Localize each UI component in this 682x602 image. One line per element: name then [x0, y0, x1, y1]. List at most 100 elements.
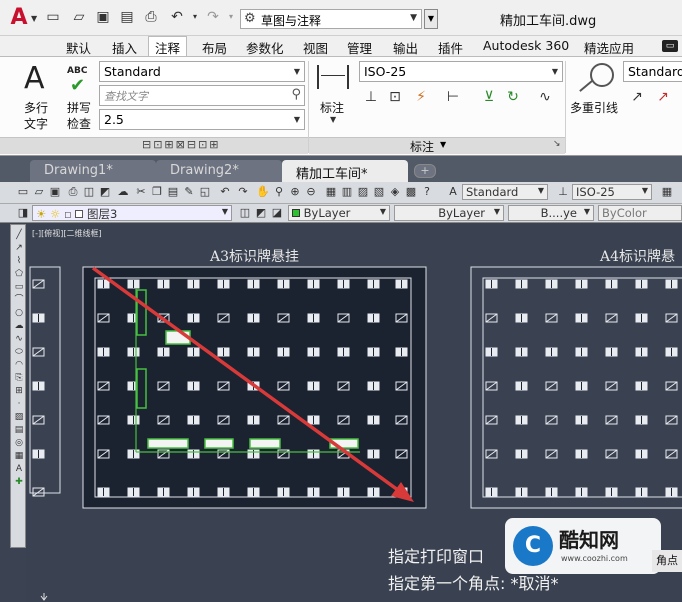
- mtext-label-1[interactable]: 多行: [24, 99, 48, 116]
- save-as-icon[interactable]: ▤: [118, 8, 136, 26]
- spline-icon[interactable]: ∿: [11, 333, 27, 345]
- pan-icon[interactable]: ✋: [256, 185, 270, 199]
- cloud-icon[interactable]: ☁: [116, 185, 130, 199]
- undo-icon[interactable]: ↶: [168, 8, 186, 26]
- toolbar-dim-style-dropdown[interactable]: ISO-25 ▼: [572, 184, 652, 200]
- multileader-icon[interactable]: [590, 63, 614, 87]
- cut-icon[interactable]: ✂: [134, 185, 148, 199]
- layer-previous-icon[interactable]: ◩: [254, 206, 268, 220]
- dim-adjust-space-icon[interactable]: ⊢: [442, 87, 464, 107]
- corner-option-button[interactable]: 角点: [652, 550, 682, 572]
- dim-continue-icon[interactable]: ⊥: [360, 87, 382, 107]
- redo-icon[interactable]: ↷: [204, 8, 222, 26]
- undo-dropdown-icon[interactable]: ▾: [186, 8, 204, 26]
- app-logo[interactable]: A: [6, 5, 32, 31]
- gradient-icon[interactable]: ▤: [11, 424, 27, 436]
- markup-icon[interactable]: ◈: [388, 185, 402, 199]
- table-style-icon[interactable]: ▦: [660, 185, 674, 199]
- tab-view[interactable]: 视图: [303, 38, 328, 57]
- redo-dropdown-icon[interactable]: ▾: [222, 8, 240, 26]
- doc-tab-drawing1[interactable]: Drawing1*: [30, 160, 156, 182]
- dimension-label[interactable]: 标注: [320, 99, 344, 116]
- add-selected-icon[interactable]: ✚: [11, 476, 27, 488]
- copy-icon[interactable]: ❐: [150, 185, 164, 199]
- new-icon[interactable]: ▭: [16, 185, 30, 199]
- mtext-label-2[interactable]: 文字: [24, 115, 48, 132]
- spell-check-label-2[interactable]: 检查: [67, 115, 91, 132]
- design-center-icon[interactable]: ▥: [340, 185, 354, 199]
- find-replace-icon[interactable]: ⚲: [291, 87, 301, 102]
- tab-manage[interactable]: 管理: [347, 38, 372, 57]
- zoom-previous-icon[interactable]: ⊖: [304, 185, 318, 199]
- region-icon[interactable]: ◎: [11, 437, 27, 449]
- layer-dropdown[interactable]: ☀ ☼ ▫ 图层3 ▼: [32, 205, 232, 221]
- dim-quick-icon[interactable]: ⊡: [384, 87, 406, 107]
- find-text-input[interactable]: 查找文字 ⚲: [99, 85, 305, 106]
- toolbar-text-style-dropdown[interactable]: Standard ▼: [462, 184, 548, 200]
- arc-icon[interactable]: ⌒: [11, 294, 27, 306]
- point-icon[interactable]: ·: [11, 398, 27, 410]
- print-icon[interactable]: ⎙: [142, 8, 160, 26]
- layer-properties-icon[interactable]: ◨: [16, 206, 30, 220]
- tab-annotate[interactable]: 注释: [148, 36, 188, 57]
- preview-icon[interactable]: ◫: [82, 185, 96, 199]
- ribbon-minimize-icon[interactable]: ▭: [662, 40, 678, 52]
- remove-leader-icon[interactable]: ↗: [652, 87, 674, 107]
- tab-layout[interactable]: 布局: [202, 38, 227, 57]
- dim-panel-title[interactable]: 标注: [410, 138, 434, 155]
- plot-style-dropdown[interactable]: ByColor: [598, 205, 682, 221]
- color-dropdown[interactable]: ByLayer ▼: [288, 205, 390, 221]
- redo-icon[interactable]: ↷: [236, 185, 250, 199]
- publish-icon[interactable]: ◩: [98, 185, 112, 199]
- text-height-dropdown[interactable]: 2.5 ▼: [99, 109, 305, 130]
- text-style-icon[interactable]: A: [446, 185, 460, 199]
- calculator-icon[interactable]: ▩: [404, 185, 418, 199]
- tab-plugins[interactable]: 插件: [438, 38, 463, 57]
- dim-style-icon[interactable]: ⊥: [556, 185, 570, 199]
- open-icon[interactable]: ▱: [32, 185, 46, 199]
- doc-tab-drawing2[interactable]: Drawing2*: [156, 160, 282, 182]
- add-leader-icon[interactable]: ↗: [626, 87, 648, 107]
- multileader-label[interactable]: 多重引线: [570, 99, 618, 116]
- dim-break-icon[interactable]: ⚡: [410, 87, 432, 107]
- zoom-window-icon[interactable]: ⊕: [288, 185, 302, 199]
- zoom-realtime-icon[interactable]: ⚲: [272, 185, 286, 199]
- new-tab-button[interactable]: +: [414, 164, 436, 178]
- table-icon[interactable]: ▦: [11, 450, 27, 462]
- undo-icon[interactable]: ↶: [218, 185, 232, 199]
- tool-palette-icon[interactable]: ▨: [356, 185, 370, 199]
- chevron-down-icon[interactable]: ▼: [330, 115, 336, 124]
- polyline-icon[interactable]: ⌇: [11, 255, 27, 267]
- tab-default[interactable]: 默认: [66, 38, 91, 57]
- panel-expand-icon[interactable]: ▼: [440, 140, 446, 149]
- tab-parametric[interactable]: 参数化: [246, 38, 284, 57]
- sheet-set-icon[interactable]: ▧: [372, 185, 386, 199]
- save-icon[interactable]: ▣: [94, 8, 112, 26]
- dim-update-icon[interactable]: ↻: [502, 87, 524, 107]
- open-icon[interactable]: ▱: [70, 8, 88, 26]
- text-tools-icons[interactable]: ⊟⊡⊞⊠⊟⊡⊞: [142, 138, 221, 151]
- app-menu-caret-icon[interactable]: ▼: [31, 14, 37, 23]
- tab-featured-apps[interactable]: 精选应用: [584, 38, 634, 57]
- dialog-launcher-icon[interactable]: ↘: [553, 139, 561, 149]
- mtext-icon[interactable]: A: [24, 61, 45, 96]
- line-icon[interactable]: ╱: [11, 229, 27, 241]
- paste-icon[interactable]: ▤: [166, 185, 180, 199]
- make-block-icon[interactable]: ⊞: [11, 385, 27, 397]
- doc-tab-active[interactable]: 精加工车间* ✕: [282, 160, 408, 197]
- tab-insert[interactable]: 插入: [112, 38, 137, 57]
- revcloud-icon[interactable]: ☁: [11, 320, 27, 332]
- ellipse-arc-icon[interactable]: ◠: [11, 359, 27, 371]
- workspace-dropdown[interactable]: ⚙ 草图与注释 ▼: [240, 9, 422, 29]
- lineweight-dropdown[interactable]: B....ye ▼: [508, 205, 594, 221]
- polygon-icon[interactable]: ⬠: [11, 268, 27, 280]
- dim-style-dropdown[interactable]: ISO-25 ▼: [359, 61, 563, 82]
- spell-check-label-1[interactable]: 拼写: [67, 99, 91, 116]
- dim-inspect-icon[interactable]: ⊻: [478, 87, 500, 107]
- leader-style-dropdown[interactable]: Standard: [623, 61, 682, 82]
- tab-output[interactable]: 输出: [393, 38, 418, 57]
- layer-states-icon[interactable]: ◪: [270, 206, 284, 220]
- new-icon[interactable]: ▭: [44, 8, 62, 26]
- qat-customize-button[interactable]: ▼: [424, 9, 438, 29]
- construction-line-icon[interactable]: ↗: [11, 242, 27, 254]
